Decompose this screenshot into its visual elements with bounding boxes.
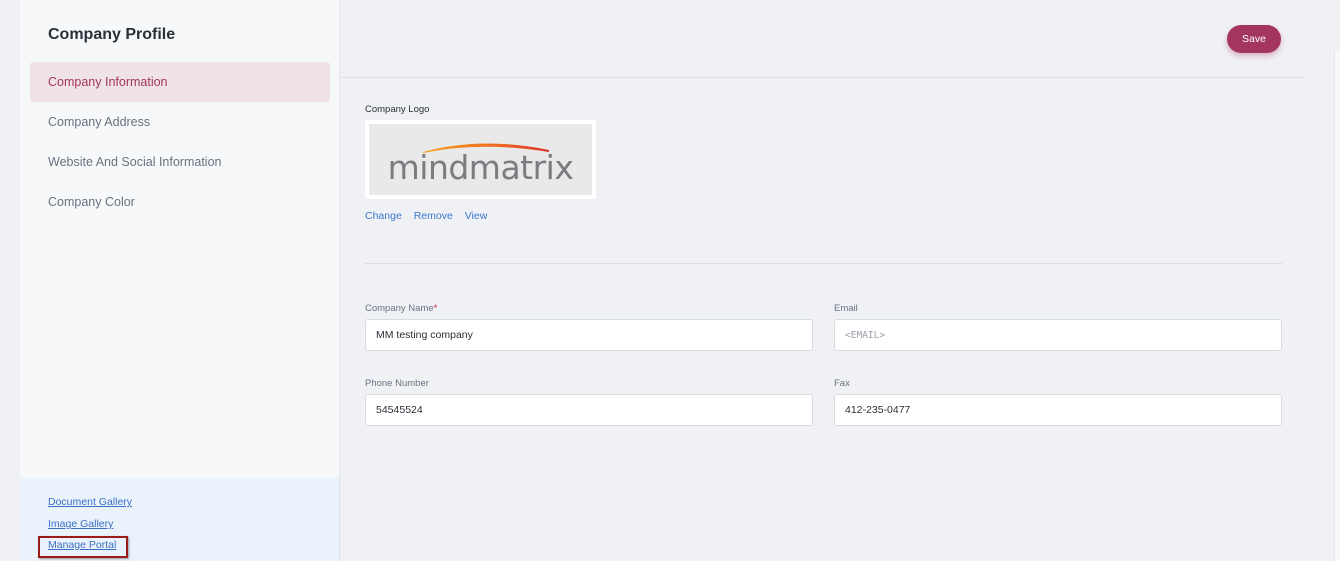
email-label: Email	[834, 303, 858, 314]
main-content: Save Company Logo mindmatrix Change Remo…	[341, 0, 1340, 561]
sidebar: Company Profile Company Information Comp…	[20, 0, 340, 561]
section-divider	[365, 263, 1282, 264]
phone-number-input[interactable]	[365, 394, 813, 426]
change-logo-link[interactable]: Change	[365, 210, 402, 222]
sidebar-item-company-color[interactable]: Company Color	[30, 182, 330, 222]
company-logo-image: mindmatrix	[369, 124, 592, 195]
sidebar-nav: Company Information Company Address Webs…	[30, 62, 330, 222]
image-gallery-link[interactable]: Image Gallery	[48, 518, 113, 530]
manage-portal-highlight	[38, 536, 128, 558]
fax-label: Fax	[834, 378, 850, 389]
document-gallery-link[interactable]: Document Gallery	[48, 496, 132, 508]
phone-number-label: Phone Number	[365, 378, 429, 389]
view-logo-link[interactable]: View	[465, 210, 488, 222]
email-input[interactable]	[834, 319, 1282, 351]
scrollbar-thumb[interactable]	[1334, 50, 1340, 561]
sidebar-bottom-links: Document Gallery Image Gallery Manage Po…	[20, 478, 339, 561]
company-logo-label: Company Logo	[365, 104, 430, 115]
sidebar-item-company-information[interactable]: Company Information	[30, 62, 330, 102]
page: Company Profile Company Information Comp…	[0, 0, 1340, 561]
sidebar-item-website-social[interactable]: Website And Social Information	[30, 142, 330, 182]
remove-logo-link[interactable]: Remove	[414, 210, 453, 222]
sidebar-title: Company Profile	[48, 26, 176, 43]
company-logo-frame: mindmatrix	[365, 120, 596, 199]
company-name-input[interactable]	[365, 319, 813, 351]
company-name-label-text: Company Name	[365, 303, 434, 314]
scrollbar[interactable]	[1305, 0, 1340, 561]
logo-actions: Change Remove View	[365, 210, 496, 222]
required-mark: *	[433, 303, 438, 314]
header-bar: Save	[341, 0, 1305, 78]
sidebar-item-company-address[interactable]: Company Address	[30, 102, 330, 142]
save-button[interactable]: Save	[1227, 25, 1281, 53]
company-name-label: Company Name*	[365, 303, 437, 314]
fax-input[interactable]	[834, 394, 1282, 426]
logo-wordmark: mindmatrix	[387, 148, 574, 187]
